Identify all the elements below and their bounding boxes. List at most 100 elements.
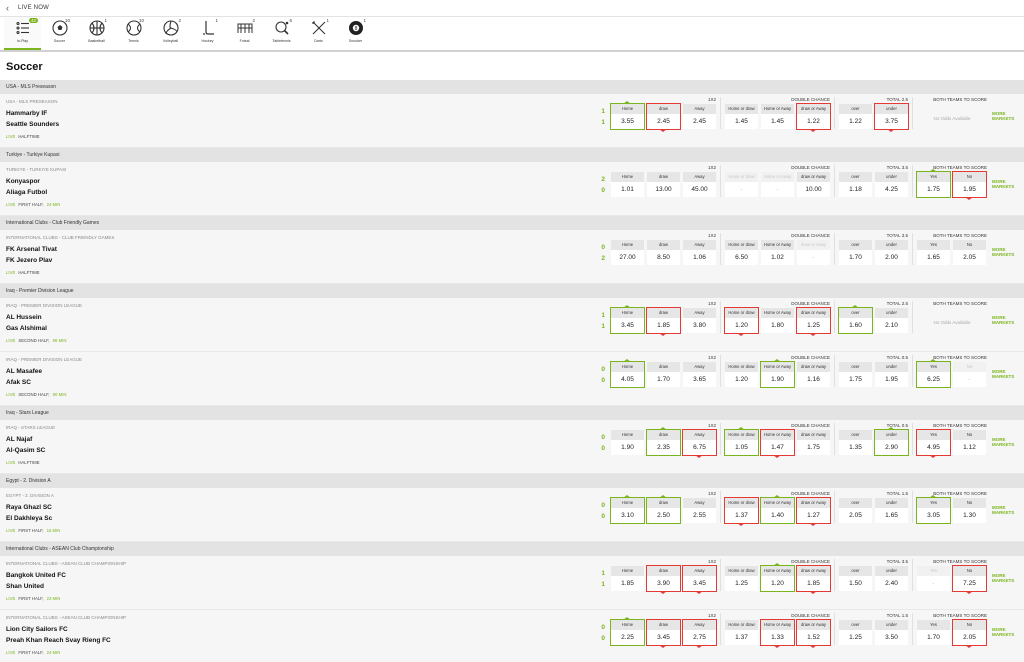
away-team-name[interactable]: Seattle Sounders [6, 121, 59, 128]
odds-button-over[interactable]: over 2.05 [839, 498, 872, 523]
odds-button-draw[interactable]: draw 3.90 [646, 565, 681, 594]
odds-button-under[interactable]: under 4.25 [875, 172, 908, 197]
odds-button-yes[interactable]: Yes 3.05 [916, 495, 951, 524]
home-team-name[interactable]: AL Masafee [6, 368, 42, 375]
odds-button-draw-or-away[interactable]: draw or Away 1.75 [797, 430, 830, 455]
odds-button-home[interactable]: Home 3.45 [610, 305, 645, 334]
odds-button-yes[interactable]: Yes 1.70 [917, 620, 950, 645]
league-header[interactable]: International Clubs - ASEAN Club Champio… [0, 542, 1024, 556]
home-team-name[interactable]: Raya Ghazl SC [6, 504, 52, 511]
odds-button-under[interactable]: under 1.95 [875, 362, 908, 387]
away-team-name[interactable]: Preah Khan Reach Svay Rieng FC [6, 637, 111, 644]
odds-button-home[interactable]: Home 1.85 [611, 566, 644, 591]
odds-button-under[interactable]: under 1.65 [875, 498, 908, 523]
away-team-name[interactable]: Afak SC [6, 379, 31, 386]
home-team-name[interactable]: Konyaspor [6, 178, 40, 185]
odds-button-under[interactable]: under 2.00 [875, 240, 908, 265]
odds-button-yes[interactable]: Yes 6.25 [916, 359, 951, 388]
sport-tab-tennis[interactable]: 10 Tennis [115, 17, 152, 50]
odds-button-home-or-away[interactable]: Home or Away 1.45 [761, 104, 794, 129]
league-header[interactable]: Iraq - Premier Division League [0, 284, 1024, 298]
more-markets-link[interactable]: MORE MARKETS [992, 505, 1022, 515]
odds-button-draw[interactable]: draw 2.50 [646, 495, 681, 524]
odds-button-home-or-away[interactable]: Home or Away 1.80 [761, 308, 794, 333]
sport-tab-volleyball[interactable]: 2 Volleyball [152, 17, 189, 50]
odds-button-home[interactable]: Home 3.55 [610, 101, 645, 130]
odds-button-over[interactable]: over 1.75 [839, 362, 872, 387]
odds-button-draw[interactable]: draw 1.85 [646, 307, 681, 336]
away-team-name[interactable]: Aliaga Futbol [6, 189, 47, 196]
odds-button-under[interactable]: under 3.50 [875, 620, 908, 645]
odds-button-home[interactable]: Home 1.01 [611, 172, 644, 197]
odds-button-over[interactable]: over 1.18 [839, 172, 872, 197]
league-header[interactable]: USA - MLS Preseason [0, 80, 1024, 94]
home-team-name[interactable]: Hammarby IF [6, 110, 47, 117]
away-team-name[interactable]: FK Jezero Plav [6, 257, 52, 264]
league-header[interactable]: Iraq - Stars League [0, 406, 1024, 420]
odds-button-yes[interactable]: Yes 1.65 [917, 240, 950, 265]
odds-button-home-or-away[interactable]: Home or Away 1.90 [760, 359, 795, 388]
sport-tab-snooker[interactable]: 8 1 Snooker [337, 17, 374, 50]
home-team-name[interactable]: Bangkok United FC [6, 572, 66, 579]
odds-button-away[interactable]: Away 3.80 [683, 308, 716, 333]
odds-button-no[interactable]: No 2.05 [953, 240, 986, 265]
odds-button-draw-or-away[interactable]: draw or Away 1.16 [797, 362, 830, 387]
odds-button-over[interactable]: over 1.70 [839, 240, 872, 265]
odds-button-draw-or-away[interactable]: draw or Away 1.85 [796, 565, 831, 594]
odds-button-away[interactable]: Away 6.75 [682, 429, 717, 458]
odds-button-under[interactable]: under 2.10 [875, 308, 908, 333]
sport-tab-soccer[interactable]: 10 Soccer [41, 17, 78, 50]
odds-button-draw-or-away[interactable]: draw or Away 1.22 [796, 103, 831, 132]
away-team-name[interactable]: Shan United [6, 583, 44, 590]
chevron-left-icon[interactable]: ‹ [6, 3, 16, 13]
odds-button-home[interactable]: Home 2.25 [610, 617, 645, 646]
more-markets-link[interactable]: MORE MARKETS [992, 627, 1022, 637]
odds-button-away[interactable]: Away 3.65 [683, 362, 716, 387]
sport-tab-basketball[interactable]: 1 Basketball [78, 17, 115, 50]
odds-button-away[interactable]: Away 2.55 [683, 498, 716, 523]
odds-button-over[interactable]: over 1.60 [838, 305, 873, 334]
odds-button-away[interactable]: Away 1.06 [683, 240, 716, 265]
sport-tab-darts[interactable]: 1 Darts [300, 17, 337, 50]
odds-button-over[interactable]: over 1.22 [839, 104, 872, 129]
odds-button-yes[interactable]: Yes 1.75 [916, 169, 951, 198]
home-team-name[interactable]: Lion City Sailors FC [6, 626, 68, 633]
home-team-name[interactable]: AL Najaf [6, 436, 32, 443]
odds-button-over[interactable]: over 1.25 [839, 620, 872, 645]
more-markets-link[interactable]: MORE MARKETS [992, 111, 1022, 121]
odds-button-away[interactable]: Away 45.00 [683, 172, 716, 197]
odds-button-home-or-draw[interactable]: Home or draw 1.05 [724, 427, 759, 456]
sport-tab-futsal[interactable]: 2 Futsal [226, 17, 263, 50]
more-markets-link[interactable]: MORE MARKETS [992, 315, 1022, 325]
sport-tab-in-play[interactable]: 42 In-Play [4, 17, 41, 50]
odds-button-home[interactable]: Home 27.00 [611, 240, 644, 265]
away-team-name[interactable]: Gas Alshimal [6, 325, 47, 332]
home-team-name[interactable]: AL Hussein [6, 314, 42, 321]
odds-button-draw[interactable]: draw 2.45 [646, 103, 681, 132]
odds-button-home-or-draw[interactable]: Home or draw 1.20 [724, 307, 759, 336]
odds-button-home-or-draw[interactable]: Home or draw 1.37 [724, 497, 759, 526]
odds-button-yes[interactable]: Yes 4.95 [916, 429, 951, 458]
odds-button-home-or-away[interactable]: Home or Away 1.02 [761, 240, 794, 265]
odds-button-home-or-draw[interactable]: Home or draw 1.20 [725, 362, 758, 387]
sport-tab-tabletennis[interactable]: 6 Tabletennis [263, 17, 300, 50]
odds-button-away[interactable]: Away 2.45 [683, 104, 716, 129]
league-header[interactable]: Egypt - 2. Division A [0, 474, 1024, 488]
odds-button-draw-or-away[interactable]: draw or Away 10.00 [797, 172, 830, 197]
odds-button-home-or-away[interactable]: Home or Away 1.33 [760, 619, 795, 648]
odds-button-away[interactable]: Away 2.75 [682, 619, 717, 648]
odds-button-under[interactable]: under 3.75 [874, 103, 909, 132]
odds-button-no[interactable]: No 2.05 [952, 619, 987, 648]
odds-button-draw-or-away[interactable]: draw or Away 1.52 [796, 619, 831, 648]
odds-button-over[interactable]: over 1.50 [839, 566, 872, 591]
odds-button-home-or-away[interactable]: Home or Away 1.40 [760, 495, 795, 524]
home-team-name[interactable]: FK Arsenal Tivat [6, 246, 57, 253]
odds-button-home-or-draw[interactable]: Home or draw 1.37 [725, 620, 758, 645]
odds-button-no[interactable]: No 7.25 [952, 565, 987, 594]
odds-button-draw[interactable]: draw 8.50 [647, 240, 680, 265]
more-markets-link[interactable]: MORE MARKETS [992, 179, 1022, 189]
away-team-name[interactable]: El Dakhleya Sc [6, 515, 52, 522]
odds-button-no[interactable]: No 1.12 [953, 430, 986, 455]
odds-button-no[interactable]: No 1.95 [952, 171, 987, 200]
more-markets-link[interactable]: MORE MARKETS [992, 573, 1022, 583]
